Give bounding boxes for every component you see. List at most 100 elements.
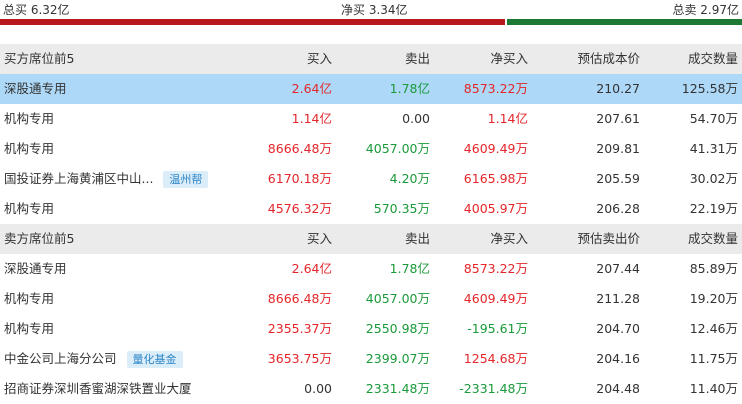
sell-section-header: 卖方席位前5 买入 卖出 净买入 预估卖出价 成交数量 [0,224,742,254]
col-volume-header: 成交数量 [687,51,738,66]
sell-amount: 2331.48万 [365,381,430,396]
price-value: 211.28 [596,291,640,306]
buy-amount: 2.64亿 [291,261,332,276]
col-seat-header: 卖方席位前5 [4,231,75,246]
col-price-header: 预估成本价 [577,51,640,66]
table-row[interactable]: 机构专用 2355.37万 2550.98万 -195.61万 204.70 12.46万 [0,314,742,344]
seat-tag-badge[interactable]: 量化基金 [126,351,183,368]
buy-amount: 2.64亿 [291,81,332,96]
seat-name-cell: 中金公司上海分公司 量化基金 [4,344,183,374]
col-net-header: 净买入 [490,51,528,66]
seat-name-cell: 机构专用 [4,284,54,314]
col-sell-header: 卖出 [404,51,430,66]
seat-name[interactable]: 国投证券上海黄浦区中山... [4,171,153,186]
net-amount: 4609.49万 [463,141,528,156]
price-value: 205.59 [596,171,640,186]
price-value: 204.48 [596,381,640,396]
net-amount: 8573.22万 [463,81,528,96]
col-buy-header: 买入 [306,51,332,66]
sell-amount: 1.78亿 [389,261,430,276]
seat-name-cell: 深股通专用 [4,74,67,104]
price-value: 204.70 [596,321,640,336]
summary-bar: 总买 6.32亿 净买 3.34亿 总卖 2.97亿 [0,0,742,25]
buy-amount: 1.14亿 [291,111,332,126]
sell-amount: 4057.00万 [365,291,430,306]
buy-amount: 2355.37万 [267,321,332,336]
buy-amount: 6170.18万 [267,171,332,186]
buy-amount: 3653.75万 [267,351,332,366]
col-sell-header: 卖出 [404,231,430,246]
sell-amount: 4.20万 [389,171,430,186]
seat-name[interactable]: 中金公司上海分公司 [4,351,117,366]
buy-ratio-bar [0,19,505,25]
volume-value: 11.75万 [689,351,738,366]
net-amount: 4005.97万 [463,201,528,216]
volume-value: 22.19万 [689,201,738,216]
table-row[interactable]: 深股通专用 2.64亿 1.78亿 8573.22万 210.27 125.58万 [0,74,742,104]
buy-amount: 0.00 [304,381,332,396]
price-value: 207.61 [596,111,640,126]
net-buy-label: 净买 3.34亿 [341,3,408,17]
net-amount: 8573.22万 [463,261,528,276]
table-row[interactable]: 中金公司上海分公司 量化基金 3653.75万 2399.07万 1254.68万 204… [0,344,742,374]
sell-amount: 1.78亿 [389,81,430,96]
volume-value: 54.70万 [689,111,738,126]
net-amount: 1254.68万 [463,351,528,366]
seat-name-cell: 机构专用 [4,104,54,134]
price-value: 206.28 [596,201,640,216]
table-row[interactable]: 招商证券深圳香蜜湖深铁置业大厦 0.00 2331.48万 -2331.48万 204.… [0,374,742,404]
net-amount: -2331.48万 [459,381,528,396]
net-amount: 6165.98万 [463,171,528,186]
volume-value: 11.40万 [689,381,738,396]
volume-value: 85.89万 [689,261,738,276]
sell-amount: 2399.07万 [365,351,430,366]
net-amount: -195.61万 [467,321,528,336]
seat-name[interactable]: 机构专用 [4,141,54,156]
seat-name-cell: 深股通专用 [4,254,67,284]
seat-name[interactable]: 招商证券深圳香蜜湖深铁置业大厦 [4,381,192,396]
col-seat-header: 买方席位前5 [4,51,75,66]
sell-amount: 2550.98万 [365,321,430,336]
col-net-header: 净买入 [490,231,528,246]
table-row[interactable]: 国投证券上海黄浦区中山... 温州帮 6170.18万 4.20万 6165.98万 20… [0,164,742,194]
seat-name[interactable]: 机构专用 [4,111,54,126]
table-row[interactable]: 机构专用 1.14亿 0.00 1.14亿 207.61 54.70万 [0,104,742,134]
volume-value: 30.02万 [689,171,738,186]
seat-tag-badge[interactable]: 温州帮 [163,171,209,188]
table-row[interactable]: 机构专用 4576.32万 570.35万 4005.97万 206.28 22.19万 [0,194,742,224]
volume-value: 125.58万 [681,81,738,96]
seat-name[interactable]: 机构专用 [4,201,54,216]
seat-table: 买方席位前5 买入 卖出 净买入 预估成本价 成交数量 深股通专用 2.64亿 1.78亿 857… [0,44,742,404]
volume-value: 12.46万 [689,321,738,336]
col-buy-header: 买入 [306,231,332,246]
seat-name[interactable]: 深股通专用 [4,81,67,96]
sell-amount: 570.35万 [373,201,430,216]
seat-name-cell: 机构专用 [4,194,54,224]
volume-value: 19.20万 [689,291,738,306]
col-price-header: 预估卖出价 [577,231,640,246]
seat-name-cell: 招商证券深圳香蜜湖深铁置业大厦 [4,374,192,404]
price-value: 204.16 [596,351,640,366]
sell-ratio-bar [507,19,742,25]
volume-value: 41.31万 [689,141,738,156]
seat-name-cell: 机构专用 [4,134,54,164]
sell-amount: 0.00 [402,111,430,126]
seat-name[interactable]: 机构专用 [4,291,54,306]
seat-name[interactable]: 机构专用 [4,321,54,336]
total-buy-label: 总买 6.32亿 [3,3,70,17]
buy-amount: 8666.48万 [267,291,332,306]
buy-section-header: 买方席位前5 买入 卖出 净买入 预估成本价 成交数量 [0,44,742,74]
price-value: 207.44 [596,261,640,276]
buy-amount: 4576.32万 [267,201,332,216]
buy-amount: 8666.48万 [267,141,332,156]
table-row[interactable]: 深股通专用 2.64亿 1.78亿 8573.22万 207.44 85.89万 [0,254,742,284]
net-amount: 4609.49万 [463,291,528,306]
table-row[interactable]: 机构专用 8666.48万 4057.00万 4609.49万 209.81 41.31万 [0,134,742,164]
table-row[interactable]: 机构专用 8666.48万 4057.00万 4609.49万 211.28 19.20万 [0,284,742,314]
seat-name-cell: 机构专用 [4,314,54,344]
price-value: 210.27 [596,81,640,96]
net-amount: 1.14亿 [487,111,528,126]
col-volume-header: 成交数量 [687,231,738,246]
seat-name[interactable]: 深股通专用 [4,261,67,276]
seat-name-cell: 国投证券上海黄浦区中山... 温州帮 [4,164,209,194]
